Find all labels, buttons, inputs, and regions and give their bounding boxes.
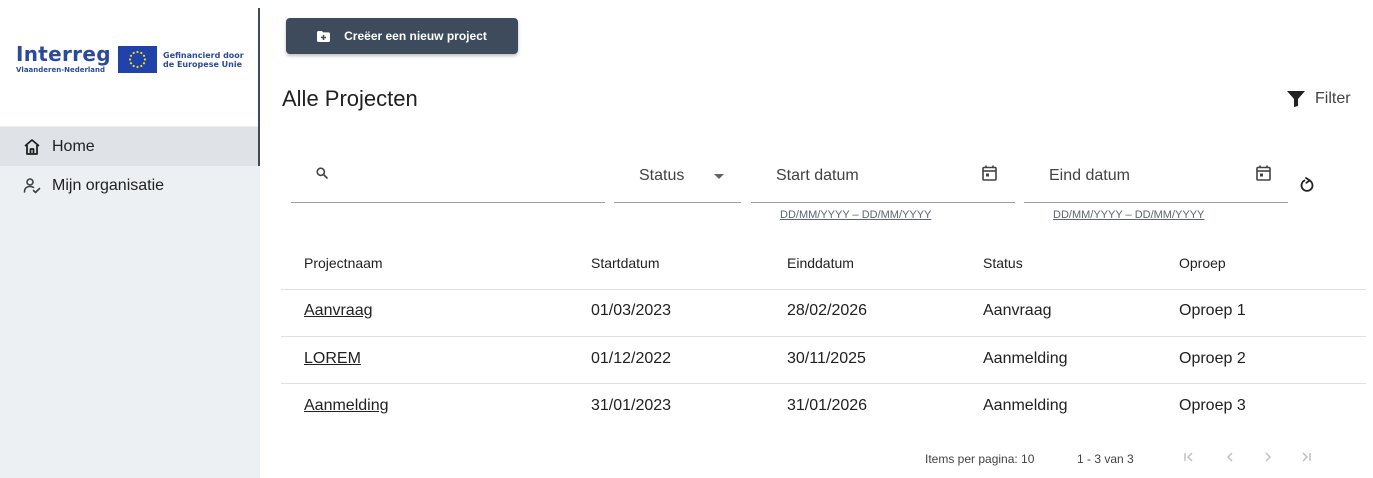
items-per-page-select[interactable]: Items per pagina: 10	[925, 452, 1034, 466]
page-range-label: 1 - 3 van 3	[1077, 452, 1134, 466]
sidebar-divider	[258, 8, 260, 166]
search-icon	[316, 166, 328, 184]
status-cell: Aanmelding	[983, 397, 1068, 414]
eu-funding-text: Gefinancierd door de Europese Unie	[163, 51, 244, 69]
start-date-cell: 01/12/2022	[591, 350, 672, 367]
sidebar: Interreg Vlaanderen-Nederland Gefinancie…	[0, 0, 260, 478]
app: Interreg Vlaanderen-Nederland Gefinancie…	[0, 0, 1373, 478]
interreg-logo: Interreg	[16, 42, 111, 66]
end-date-calendar-icon[interactable]	[1256, 165, 1271, 186]
person-check-icon	[22, 176, 42, 196]
start-date-calendar-icon[interactable]	[982, 165, 997, 186]
end-date-cell: 31/01/2026	[787, 397, 868, 414]
project-name-link[interactable]: Aanmelding	[304, 397, 389, 415]
project-name-link[interactable]: LOREM	[304, 350, 361, 368]
oproep-cell: Oproep 3	[1179, 397, 1246, 414]
row-divider	[281, 336, 1366, 337]
add-folder-icon	[317, 30, 331, 42]
column-header-status[interactable]: Status	[983, 255, 1023, 271]
interreg-region: Vlaanderen-Nederland	[16, 66, 106, 74]
status-cell: Aanvraag	[983, 302, 1052, 319]
start-date-cell: 31/01/2023	[591, 397, 672, 414]
reset-icon[interactable]	[1300, 177, 1314, 198]
last-page-icon[interactable]	[1300, 450, 1312, 466]
start-date-label: Start datum	[776, 167, 859, 184]
oproep-cell: Oproep 1	[1179, 302, 1246, 319]
sidebar-item-home[interactable]: Home	[0, 127, 260, 166]
home-icon	[22, 137, 42, 157]
search-input[interactable]	[291, 202, 605, 203]
row-divider	[281, 289, 1366, 290]
next-page-icon[interactable]	[1262, 450, 1274, 466]
eu-funding-line-1: Gefinancierd door	[163, 51, 244, 60]
start-date-input[interactable]	[751, 202, 1015, 203]
end-date-label: Eind datum	[1049, 167, 1130, 184]
column-header-oproep[interactable]: Oproep	[1179, 255, 1226, 271]
row-divider	[281, 383, 1366, 384]
end-date-input[interactable]	[1024, 202, 1288, 203]
sidebar-item-mijn-organisatie[interactable]: Mijn organisatie	[0, 166, 260, 205]
sidebar-item-label: Home	[52, 137, 95, 155]
sidebar-item-label: Mijn organisatie	[52, 176, 165, 194]
end-date-hint: DD/MM/YYYY – DD/MM/YYYY	[1053, 209, 1205, 221]
filter-label: Filter	[1315, 90, 1351, 107]
eu-funding-line-2: de Europese Unie	[163, 60, 243, 69]
create-project-button[interactable]: Creëer een nieuw project	[286, 18, 518, 54]
column-header-einddatum[interactable]: Einddatum	[787, 255, 854, 271]
eu-flag-icon	[118, 46, 157, 73]
status-select[interactable]	[614, 202, 741, 203]
previous-page-icon[interactable]	[1224, 450, 1236, 466]
column-header-startdatum[interactable]: Startdatum	[591, 255, 659, 271]
project-name-link[interactable]: Aanvraag	[304, 302, 373, 320]
end-date-cell: 30/11/2025	[787, 350, 866, 367]
start-date-cell: 01/03/2023	[591, 302, 672, 319]
column-header-projectnaam[interactable]: Projectnaam	[304, 255, 383, 271]
filter-button[interactable]: Filter	[1287, 88, 1351, 110]
start-date-hint: DD/MM/YYYY – DD/MM/YYYY	[780, 209, 932, 221]
first-page-icon[interactable]	[1183, 450, 1195, 466]
page-title: Alle Projecten	[282, 86, 418, 111]
logo-area: Interreg Vlaanderen-Nederland Gefinancie…	[0, 0, 260, 126]
status-cell: Aanmelding	[983, 350, 1068, 367]
create-project-label: Creëer een nieuw project	[344, 29, 487, 43]
chevron-down-icon	[714, 174, 724, 179]
status-select-label: Status	[639, 167, 685, 184]
end-date-cell: 28/02/2026	[787, 302, 868, 319]
filter-icon	[1287, 91, 1305, 107]
oproep-cell: Oproep 2	[1179, 350, 1246, 367]
